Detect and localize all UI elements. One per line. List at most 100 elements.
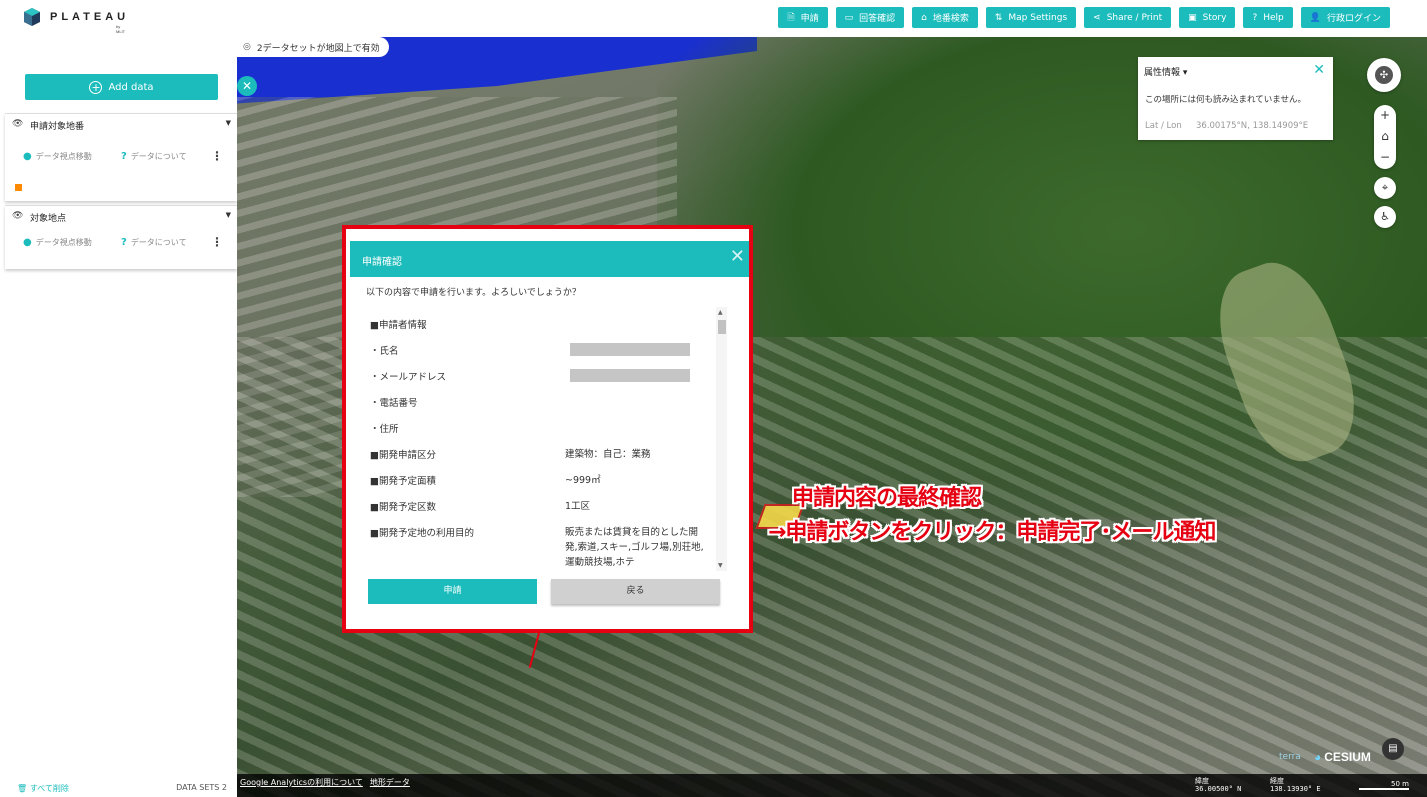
feature-info-title-text: 属性情報 <box>1144 68 1181 78</box>
redacted-value <box>570 343 690 356</box>
datasets-count: DATA SETS 2 <box>176 783 227 792</box>
plateau-logo[interactable]: PLATEAU by MLIT <box>24 8 129 34</box>
apply-button[interactable]: 🗎 申請 <box>778 7 828 28</box>
redacted-value <box>570 369 690 382</box>
answer-check-label: 回答確認 <box>859 14 896 24</box>
scale-bar: 50 m <box>1359 780 1409 790</box>
dialog-title: 申請確認 <box>362 257 402 268</box>
close-icon[interactable]: ✕ <box>1313 62 1325 78</box>
eye-icon[interactable]: 👁 <box>12 211 23 221</box>
app-header: PLATEAU by MLIT 🗎 申請 ▭ 回答確認 ⌂ 地番検索 ⇅ Map Set… <box>0 0 1427 37</box>
locate-me-icon[interactable]: ⌖ <box>1374 177 1396 199</box>
latitude-value: 36.00500° N <box>1195 785 1242 793</box>
plus-icon: + <box>89 80 103 94</box>
back-button[interactable]: 戻る <box>551 579 720 604</box>
chevron-down-icon[interactable]: ▼ <box>226 119 231 127</box>
chevron-down-icon[interactable]: ▼ <box>226 211 231 219</box>
story-label: Story <box>1202 12 1227 23</box>
about-data-link[interactable]: ? データについて <box>121 237 187 248</box>
feedback-icon[interactable]: ▤ <box>1382 738 1404 760</box>
close-icon[interactable]: ✕ <box>730 248 745 266</box>
bottom-links: Google Analyticsの利用について 地形データ <box>240 777 417 788</box>
pin-icon: ● <box>23 237 32 248</box>
lot-search-icon: ⌂ <box>921 12 927 23</box>
compass-control[interactable]: ✣ <box>1367 58 1401 92</box>
layer-title: 申請対象地番 <box>30 122 85 132</box>
row-key: ■開発予定区数 <box>370 502 436 513</box>
top-nav: 🗎 申請 ▭ 回答確認 ⌂ 地番検索 ⇅ Map Settings ⋖ Share / P… <box>778 7 1390 28</box>
layer-title: 対象地点 <box>30 214 67 224</box>
scroll-down-icon[interactable]: ▼ <box>718 562 723 569</box>
map-settings-label: Map Settings <box>1008 12 1068 23</box>
feature-info-title[interactable]: 属性情報 ▾ <box>1144 65 1187 78</box>
zoom-to-data-link[interactable]: ● データ視点移動 <box>23 237 92 248</box>
help-button[interactable]: ? Help <box>1243 7 1293 28</box>
row-key: ・電話番号 <box>370 398 418 409</box>
zoom-in-button[interactable]: + <box>1374 105 1396 126</box>
plateau-logo-icon <box>24 8 40 26</box>
question-icon: ? <box>121 237 127 248</box>
about-data-label: データについて <box>130 152 187 161</box>
add-data-button[interactable]: + Add data <box>25 74 218 100</box>
row-key: ・メールアドレス <box>370 372 447 383</box>
cesium-text: CESIUM <box>1324 750 1371 764</box>
zoom-to-data-label: データ視点移動 <box>35 238 92 247</box>
zoom-to-data-label: データ視点移動 <box>35 152 92 161</box>
about-data-label: データについて <box>130 238 187 247</box>
cesium-icon: ◕ <box>1314 750 1322 764</box>
legend-swatch <box>15 184 22 191</box>
logo-subtext: by MLIT <box>116 24 126 34</box>
active-datasets-badge: ◎ 2データセットが地図上で有効 <box>237 37 389 57</box>
layer-header[interactable]: 👁 申請対象地番 ▼ <box>5 113 237 135</box>
admin-login-button[interactable]: 👤 行政ログイン <box>1300 7 1390 28</box>
answer-icon: ▭ <box>844 12 854 23</box>
story-button[interactable]: ▣ Story <box>1179 7 1236 28</box>
feature-info-panel: 属性情報 ▾ ✕ この場所には何も読み込まれていません。 Lat / Lon 3… <box>1138 57 1333 140</box>
row-value: 建築物：自己：業務 <box>565 449 651 460</box>
latlon-value: 36.00175°N, 138.14909°E <box>1196 121 1309 131</box>
about-data-link[interactable]: ? データについて <box>121 151 187 162</box>
map-settings-button[interactable]: ⇅ Map Settings <box>985 7 1077 28</box>
row-value: 販売または賃貸を目的とした開発,索道,スキー,ゴルフ場,別荘地,運動競技場,ホテ <box>565 527 704 568</box>
zoom-out-button[interactable]: − <box>1374 147 1396 168</box>
collapse-panel-button[interactable]: ✕ <box>237 76 257 96</box>
longitude-readout: 経度 138.13930° E <box>1270 777 1321 793</box>
pin-icon: ● <box>23 151 32 162</box>
dialog-scrollbar[interactable]: ▲ ▼ <box>716 307 727 571</box>
dialog-content[interactable]: ■申請者情報 ・氏名 ・メールアドレス ・電話番号 ・住所 ■開発申請区分 建築物… <box>370 307 716 571</box>
zoom-to-data-link[interactable]: ● データ視点移動 <box>23 151 92 162</box>
application-confirm-dialog: 申請確認 ✕ 以下の内容で申請を行います。よろしいでしょうか？ ■申請者情報 ・… <box>342 225 753 633</box>
row-key: ■開発申請区分 <box>370 450 436 461</box>
annotation-line-2: →申請ボタンをクリック：申請完了･メール通知 <box>768 520 1216 545</box>
layer-actions: ● データ視点移動 ? データについて ⋮ <box>23 149 233 165</box>
longitude-label: 経度 <box>1270 777 1284 785</box>
home-icon[interactable]: ⌂ <box>1374 126 1396 147</box>
analytics-link[interactable]: Google Analyticsの利用について <box>240 778 363 787</box>
terrain-data-link[interactable]: 地形データ <box>370 778 410 787</box>
pedestrian-mode-icon[interactable]: ♿ <box>1374 206 1396 228</box>
map-settings-icon: ⇅ <box>994 12 1003 23</box>
layer-header[interactable]: 👁 対象地点 ▼ <box>5 205 237 227</box>
eye-icon[interactable]: 👁 <box>12 119 23 129</box>
cesium-logo[interactable]: ◕ CESIUM <box>1314 750 1371 764</box>
more-options-icon[interactable]: ⋮ <box>211 149 223 163</box>
submit-button[interactable]: 申請 <box>368 579 537 604</box>
add-data-label: Add data <box>108 81 154 93</box>
terrain-credit: terra <box>1279 752 1301 762</box>
dialog-header: 申請確認 ✕ <box>350 241 749 277</box>
scroll-thumb[interactable] <box>718 320 726 334</box>
share-print-label: Share / Print <box>1106 12 1163 23</box>
scroll-up-icon[interactable]: ▲ <box>718 309 723 316</box>
story-icon: ▣ <box>1188 12 1197 23</box>
share-icon: ⋖ <box>1093 12 1101 23</box>
answer-check-button[interactable]: ▭ 回答確認 <box>835 7 905 28</box>
share-print-button[interactable]: ⋖ Share / Print <box>1084 7 1172 28</box>
help-icon: ? <box>1252 12 1258 23</box>
clear-all-link[interactable]: 🗑 すべて削除 <box>17 783 69 794</box>
row-key: ■申請者情報 <box>370 320 427 331</box>
more-options-icon[interactable]: ⋮ <box>211 235 223 249</box>
tutorial-annotation: 申請内容の最終確認 →申請ボタンをクリック：申請完了･メール通知 <box>768 482 1216 550</box>
lot-search-button[interactable]: ⌂ 地番検索 <box>912 7 978 28</box>
row-key: ■開発予定地の利用目的 <box>370 528 474 539</box>
longitude-value: 138.13930° E <box>1270 785 1321 793</box>
